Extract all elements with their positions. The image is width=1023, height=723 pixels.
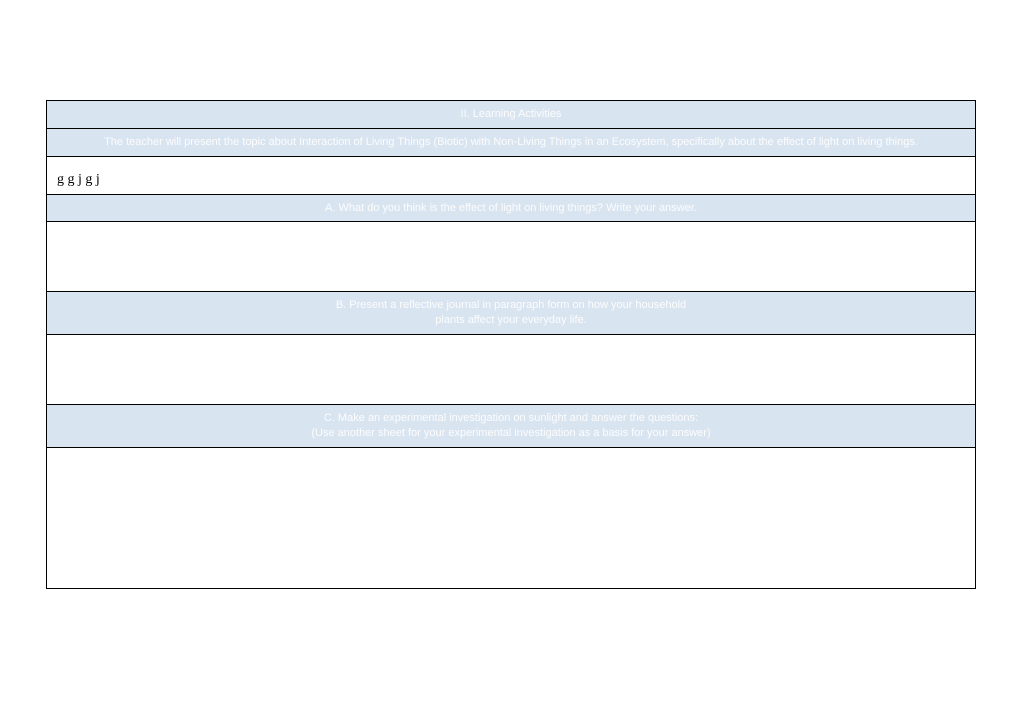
- question-b-answer-row[interactable]: [47, 335, 975, 405]
- question-a-answer-row[interactable]: [47, 222, 975, 292]
- question-b-prompt-row: B. Present a reflective journal in parag…: [47, 292, 975, 335]
- question-c-prompt-line2: (Use another sheet for your experimental…: [57, 426, 965, 441]
- question-a-prompt: A. What do you think is the effect of li…: [325, 202, 697, 214]
- section-title-row: II. Learning Activities: [47, 101, 975, 129]
- question-c-answer-row[interactable]: [47, 448, 975, 588]
- worksheet-table: II. Learning Activities The teacher will…: [46, 100, 976, 589]
- fragment-line-row: g g j g j: [47, 157, 975, 195]
- question-b-prompt-line2: plants affect your everyday life.: [57, 313, 965, 328]
- fragment-line: g g j g j: [57, 171, 100, 190]
- section-title: II. Learning Activities: [461, 108, 562, 120]
- question-b-prompt-line1: B. Present a reflective journal in parag…: [57, 298, 965, 313]
- question-c-prompt-line1: C. Make an experimental investigation on…: [57, 411, 965, 426]
- section-intro: The teacher will present the topic about…: [104, 136, 918, 148]
- question-a-prompt-row: A. What do you think is the effect of li…: [47, 195, 975, 223]
- section-intro-row: The teacher will present the topic about…: [47, 129, 975, 157]
- question-c-prompt-row: C. Make an experimental investigation on…: [47, 405, 975, 448]
